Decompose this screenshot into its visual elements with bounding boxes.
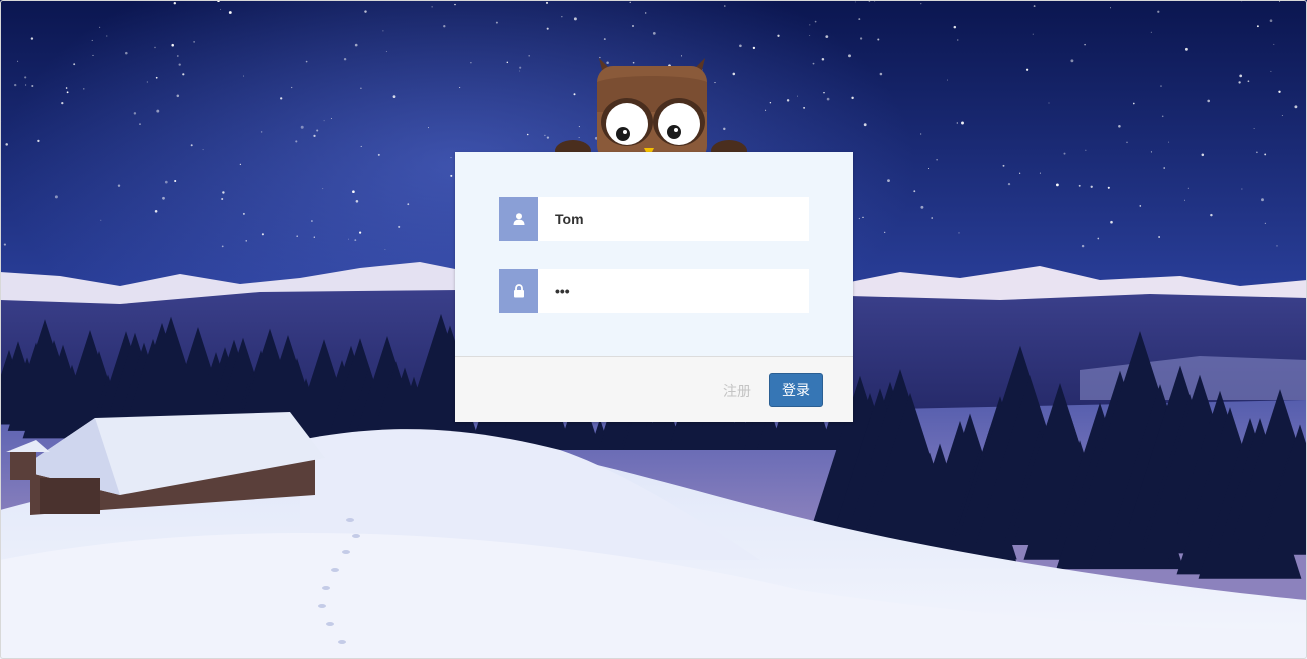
login-button[interactable]: 登录	[769, 373, 823, 407]
owl-mascot	[555, 58, 747, 162]
login-panel: 注册 登录	[455, 152, 853, 422]
password-row	[499, 269, 809, 313]
username-row	[499, 197, 809, 241]
lock-icon	[499, 269, 538, 313]
register-link[interactable]: 注册	[723, 381, 751, 401]
user-icon	[499, 197, 538, 241]
username-input[interactable]	[538, 197, 809, 241]
login-page: 注册 登录	[0, 0, 1307, 659]
panel-footer: 注册 登录	[455, 356, 853, 422]
password-input[interactable]	[538, 269, 809, 313]
